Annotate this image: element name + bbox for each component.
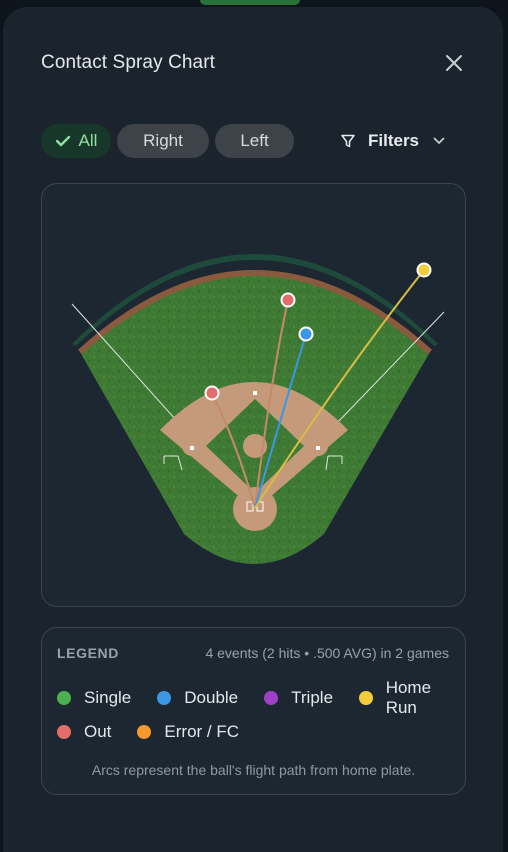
legend-row-2: Out Error / FC bbox=[57, 722, 265, 742]
segment-right-label: Right bbox=[143, 131, 183, 150]
legend-note: Arcs represent the ball's flight path fr… bbox=[91, 762, 416, 778]
check-icon bbox=[55, 135, 70, 147]
segment-left[interactable]: Left bbox=[215, 124, 294, 158]
chevron-down-icon bbox=[433, 137, 445, 144]
single-dot bbox=[57, 691, 71, 705]
legend-label: Double bbox=[184, 688, 239, 707]
error-fc-dot bbox=[137, 725, 152, 739]
hit-marker-double[interactable] bbox=[298, 326, 314, 342]
home-plate-circle bbox=[233, 487, 277, 531]
third-base bbox=[190, 446, 194, 450]
filter-icon bbox=[341, 134, 355, 148]
legend-label: Out bbox=[84, 722, 112, 741]
panel-title: Contact Spray Chart bbox=[41, 52, 216, 73]
second-base bbox=[253, 391, 257, 395]
segment-left-label: Left bbox=[240, 131, 269, 150]
legend-label: Single bbox=[84, 688, 132, 707]
legend-item-triple: Triple bbox=[264, 688, 333, 708]
filters-button[interactable]: Filters bbox=[340, 128, 445, 154]
legend-item-home-run: Home Run bbox=[359, 678, 465, 718]
out-dot bbox=[57, 725, 71, 739]
first-base bbox=[316, 446, 320, 450]
segment-all-label: All bbox=[78, 131, 98, 150]
legend-label: Error / FC bbox=[164, 722, 240, 741]
hit-marker-home-run[interactable] bbox=[416, 262, 432, 278]
close-button[interactable] bbox=[440, 49, 468, 77]
filters-label: Filters bbox=[368, 131, 420, 150]
hit-marker-out[interactable] bbox=[204, 385, 220, 401]
legend-title: LEGEND bbox=[57, 645, 119, 661]
legend-label: Home Run bbox=[385, 678, 432, 717]
legend-label: Triple bbox=[291, 688, 334, 707]
segment-all[interactable]: All bbox=[41, 124, 111, 158]
legend-item-double: Double bbox=[157, 688, 238, 708]
segment-right[interactable]: Right bbox=[117, 124, 209, 158]
legend-item-error-fc: Error / FC bbox=[137, 722, 239, 742]
home-run-dot bbox=[359, 691, 373, 705]
double-dot bbox=[157, 691, 172, 705]
legend-item-out: Out bbox=[57, 722, 111, 742]
spray-chart-card bbox=[41, 183, 466, 607]
triple-dot bbox=[264, 691, 279, 705]
legend-item-single: Single bbox=[57, 688, 131, 708]
legend-summary: 4 events (2 hits • .500 AVG) in 2 games bbox=[205, 645, 449, 661]
hit-marker-out[interactable] bbox=[280, 292, 296, 308]
baseball-field bbox=[71, 254, 445, 564]
close-icon bbox=[446, 55, 462, 71]
legend-row-1: Single Double Triple Home Run bbox=[57, 678, 465, 718]
top-indicator bbox=[200, 0, 300, 5]
legend-card: LEGEND 4 events (2 hits • .500 AVG) in 2… bbox=[41, 627, 466, 795]
